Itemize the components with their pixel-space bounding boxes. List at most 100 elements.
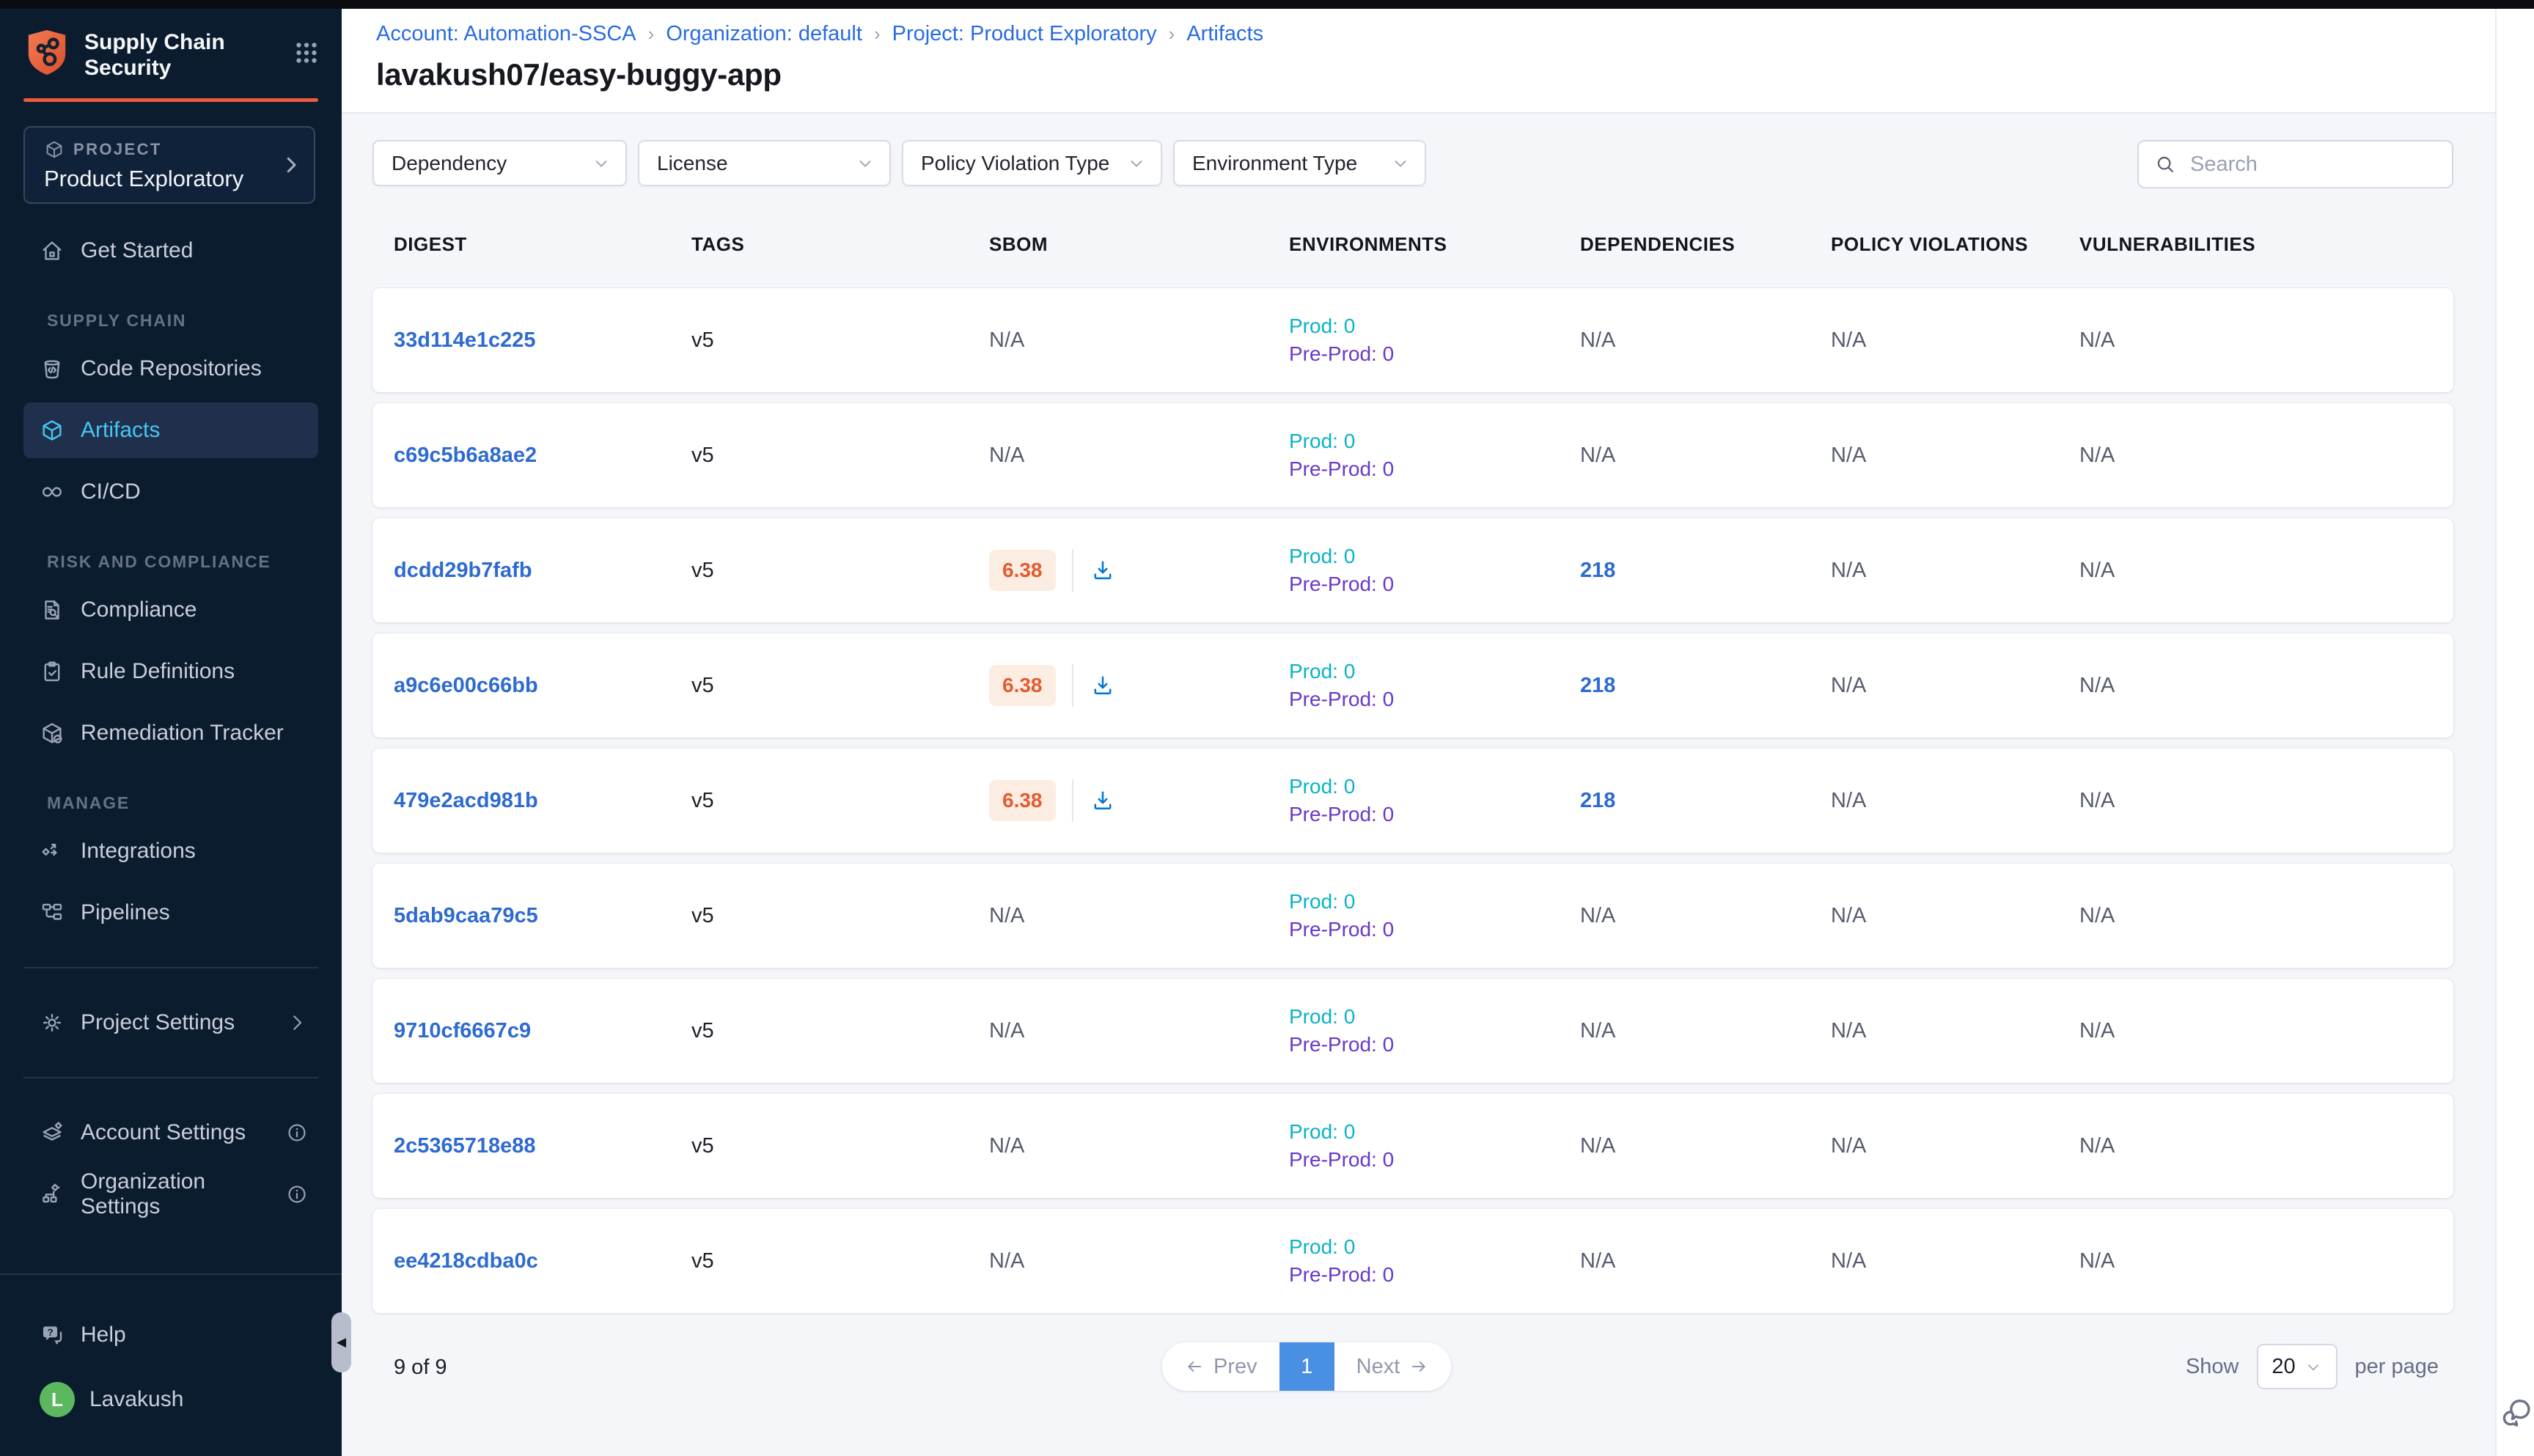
breadcrumb-link[interactable]: Account: Automation-SSCA [376,22,636,46]
home-icon [40,238,65,263]
sidebar-divider [23,967,318,968]
digest-link[interactable]: c69c5b6a8ae2 [394,444,537,467]
breadcrumb: Account: Automation-SSCA › Organization: d… [376,22,2495,45]
vulnerabilities-cell: N/A [2079,789,2453,813]
prod-count: Prod: 0 [1289,427,1580,455]
tags-cell: v5 [691,328,989,353]
preprod-count: Pre-Prod: 0 [1289,801,1580,828]
search-box[interactable] [2137,140,2453,188]
sidebar-item-code-repositories[interactable]: Code Repositories [23,341,318,397]
vulnerabilities-cell: N/A [2079,444,2453,468]
sidebar: Supply Chain Security PROJECT Product Ex… [0,9,342,1456]
collapse-arrow-icon: ◀ [337,1335,346,1350]
sbom-cell: N/A [989,1249,1289,1273]
svg-text:?: ? [47,1327,53,1338]
sidebar-item-label: Project Settings [81,1010,235,1035]
filter-dropdown-policy-violation-type[interactable]: Policy Violation Type [902,140,1162,186]
sidebar-item-integrations[interactable]: Integrations [23,823,318,879]
prev-page-button[interactable]: Prev [1162,1342,1279,1391]
dependencies-cell: N/A [1580,1134,1831,1158]
digest-link[interactable]: 2c5365718e88 [394,1134,536,1158]
sbom-score-badge[interactable]: 6.38 [989,665,1056,706]
pagination-controls: Prev 1 Next [1162,1342,1451,1391]
page-title: lavakush07/easy-buggy-app [376,57,2495,92]
pagination-bar: 9 of 9 Prev 1 Next Show 20 [372,1342,2453,1394]
policy-violations-cell: N/A [1831,674,2079,698]
sbom-download-icon[interactable] [1090,557,1116,584]
project-selector[interactable]: PROJECT Product Exploratory [23,126,315,204]
vulnerabilities-cell: N/A [2079,674,2453,698]
column-header-environments: ENVIRONMENTS [1289,233,1580,256]
sidebar-item-project-settings[interactable]: Project Settings [23,995,318,1051]
support-chat-icon[interactable] [2500,1394,2534,1430]
help-chat-icon: ? [40,1323,65,1347]
sbom-download-icon[interactable] [1090,672,1116,699]
digest-link[interactable]: 479e2acd981b [394,789,538,812]
filter-label: Dependency [392,152,507,175]
dependencies-cell: 218 [1580,789,1831,813]
dependencies-cell: N/A [1580,328,1831,353]
vulnerabilities-cell: N/A [2079,559,2453,583]
digest-link[interactable]: ee4218cdba0c [394,1249,538,1273]
dependencies-link[interactable]: 218 [1580,674,1615,697]
artifact-row: 33d114e1c225v5N/AProd: 0Pre-Prod: 0N/AN/… [372,288,2453,392]
sbom-na: N/A [989,1249,1024,1273]
sidebar-item-artifacts[interactable]: Artifacts [23,402,318,458]
sidebar-item-label: Artifacts [81,418,160,443]
filter-dropdown-dependency[interactable]: Dependency [372,140,627,186]
environments-cell: Prod: 0Pre-Prod: 0 [1289,773,1580,828]
app-window: Supply Chain Security PROJECT Product Ex… [0,0,2534,1456]
app-switcher-grid-icon[interactable] [293,40,323,69]
project-cube-icon [44,139,65,160]
dependencies-cell: N/A [1580,1249,1831,1273]
sidebar-item-get-started[interactable]: Get Started [23,223,318,279]
digest-link[interactable]: 5dab9caa79c5 [394,904,538,927]
digest-link[interactable]: dcdd29b7fafb [394,559,532,582]
dependencies-cell: 218 [1580,674,1831,698]
breadcrumb-link[interactable]: Artifacts [1186,22,1263,46]
page-number-button[interactable]: 1 [1279,1342,1334,1391]
sbom-cell: N/A [989,444,1289,468]
digest-link[interactable]: 9710cf6667c9 [394,1019,531,1043]
page-size-select[interactable]: 20 [2257,1344,2337,1389]
prod-count: Prod: 0 [1289,658,1580,685]
sbom-score-badge[interactable]: 6.38 [989,550,1056,591]
sidebar-item-remediation-tracker[interactable]: Remediation Tracker [23,705,318,761]
environments-cell: Prod: 0Pre-Prod: 0 [1289,1233,1580,1289]
integrations-icon [40,839,65,864]
sidebar-item-compliance[interactable]: Compliance [23,582,318,638]
prod-count: Prod: 0 [1289,1003,1580,1031]
digest-link[interactable]: 33d114e1c225 [394,328,536,352]
gear-icon [40,1010,65,1035]
sidebar-item-organization-settings[interactable]: Organization Settings [23,1166,318,1222]
sidebar-item-pipelines[interactable]: Pipelines [23,885,318,941]
breadcrumb-link[interactable]: Project: Product Exploratory [892,22,1157,46]
sidebar-collapse-handle[interactable]: ◀ [331,1312,351,1372]
digest-link[interactable]: a9c6e00c66bb [394,674,538,697]
user-menu[interactable]: L Lavakush [23,1382,318,1417]
next-page-button[interactable]: Next [1334,1342,1452,1391]
prod-count: Prod: 0 [1289,1118,1580,1146]
breadcrumb-link[interactable]: Organization: default [666,22,862,46]
filter-dropdown-environment-type[interactable]: Environment Type [1173,140,1426,186]
sbom-na: N/A [989,328,1024,352]
arrow-left-icon [1184,1356,1205,1377]
prod-count: Prod: 0 [1289,1233,1580,1261]
sidebar-item-account-settings[interactable]: Account Settings [23,1105,318,1161]
filter-dropdown-license[interactable]: License [638,140,891,186]
sidebar-item-ci-cd[interactable]: CI/CD [23,464,318,520]
search-input[interactable] [2190,152,2437,177]
environments-cell: Prod: 0Pre-Prod: 0 [1289,1118,1580,1174]
dependencies-link[interactable]: 218 [1580,559,1615,582]
supply-chain-security-logo-icon [24,28,70,78]
sbom-cell: N/A [989,1019,1289,1043]
artifact-row: c69c5b6a8ae2v5N/AProd: 0Pre-Prod: 0N/AN/… [372,403,2453,507]
dependencies-link[interactable]: 218 [1580,789,1615,812]
sbom-score-badge[interactable]: 6.38 [989,780,1056,821]
policy-violations-cell: N/A [1831,904,2079,928]
breadcrumb-separator: › [1169,23,1175,45]
sbom-download-icon[interactable] [1090,787,1116,814]
sidebar-item-rule-definitions[interactable]: Rule Definitions [23,644,318,699]
sidebar-item-help[interactable]: ? Help [23,1307,318,1363]
tags-cell: v5 [691,559,989,583]
